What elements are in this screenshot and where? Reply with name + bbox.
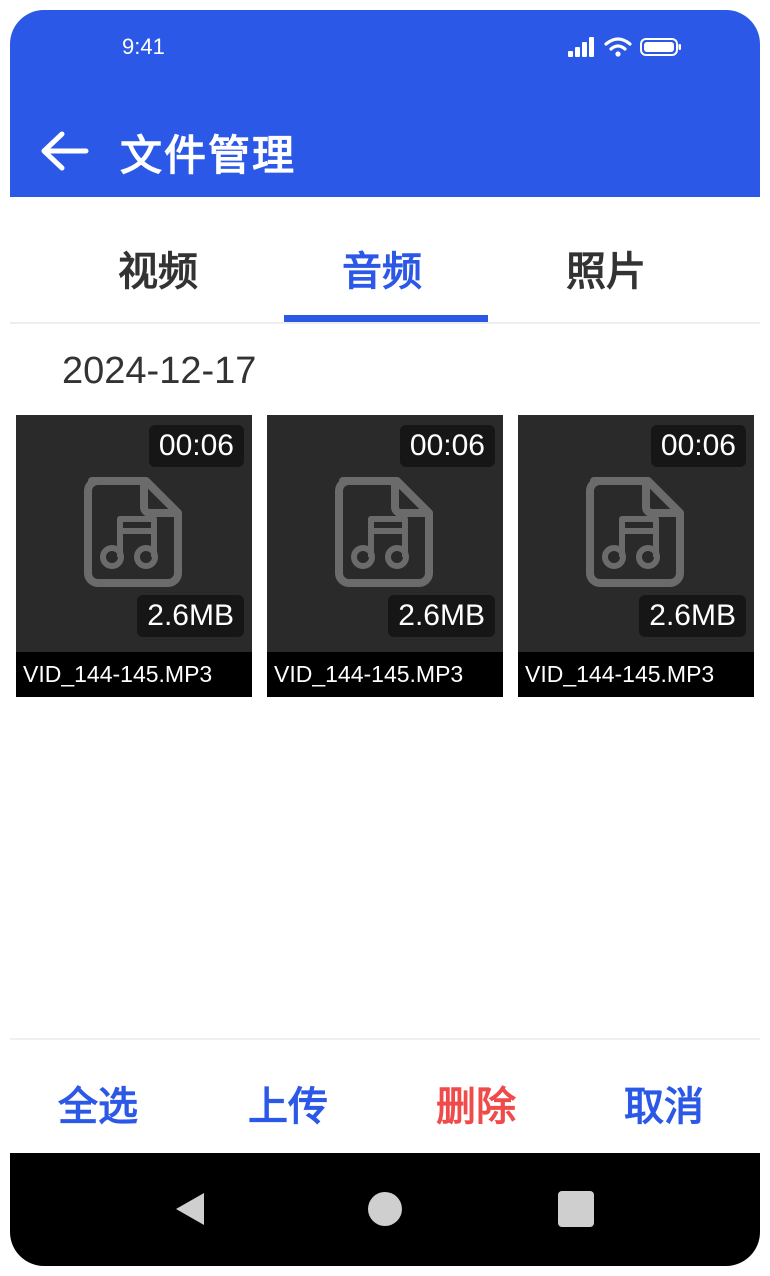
tab-photo[interactable]: 照片 [566,239,646,297]
file-card[interactable]: 00:06 2.6MB VID_144-145.MP3 [518,415,754,697]
tab-audio[interactable]: 音频 [342,239,422,297]
file-card[interactable]: 00:06 2.6MB VID_144-145.MP3 [267,415,503,697]
phone-screen: 9:41 文件管理 视频 音频 照片 2024-12-17 00:06 2.6M… [10,10,760,1266]
upload-button[interactable]: 上传 [248,1074,328,1132]
signal-icon [568,37,594,57]
nav-recents-icon[interactable] [556,1189,596,1229]
active-tab-indicator [284,315,488,322]
audio-file-icon [586,477,684,587]
audio-file-icon [84,477,182,587]
duration-badge: 00:06 [399,425,495,467]
duration-badge: 00:06 [650,425,746,467]
select-all-button[interactable]: 全选 [58,1074,138,1132]
battery-icon [640,38,681,56]
cancel-button[interactable]: 取消 [624,1074,704,1132]
file-grid: 00:06 2.6MB VID_144-145.MP3 00:06 2.6MB … [16,415,760,697]
wifi-icon [604,37,632,57]
size-badge: 2.6MB [388,595,495,637]
nav-home-icon[interactable] [365,1189,405,1229]
audio-file-icon [335,477,433,587]
size-badge: 2.6MB [639,595,746,637]
system-nav-bar [10,1153,760,1266]
file-name: VID_144-145.MP3 [518,652,754,697]
file-name: VID_144-145.MP3 [16,652,252,697]
status-icons [568,37,682,57]
back-button[interactable] [36,126,92,176]
page-title: 文件管理 [120,131,297,180]
status-time: 9:41 [122,34,165,59]
file-card[interactable]: 00:06 2.6MB VID_144-145.MP3 [16,415,252,697]
delete-button[interactable]: 删除 [436,1074,516,1132]
date-heading: 2024-12-17 [62,350,257,392]
tab-video[interactable]: 视频 [118,239,198,297]
action-bar: 全选 上传 删除 取消 [10,1038,760,1154]
app-header: 9:41 文件管理 [10,10,760,197]
back-arrow-icon [41,131,89,171]
duration-badge: 00:06 [148,425,244,467]
nav-back-icon[interactable] [170,1189,210,1229]
file-name: VID_144-145.MP3 [267,652,503,697]
tab-bar: 视频 音频 照片 [10,197,760,324]
size-badge: 2.6MB [137,595,244,637]
